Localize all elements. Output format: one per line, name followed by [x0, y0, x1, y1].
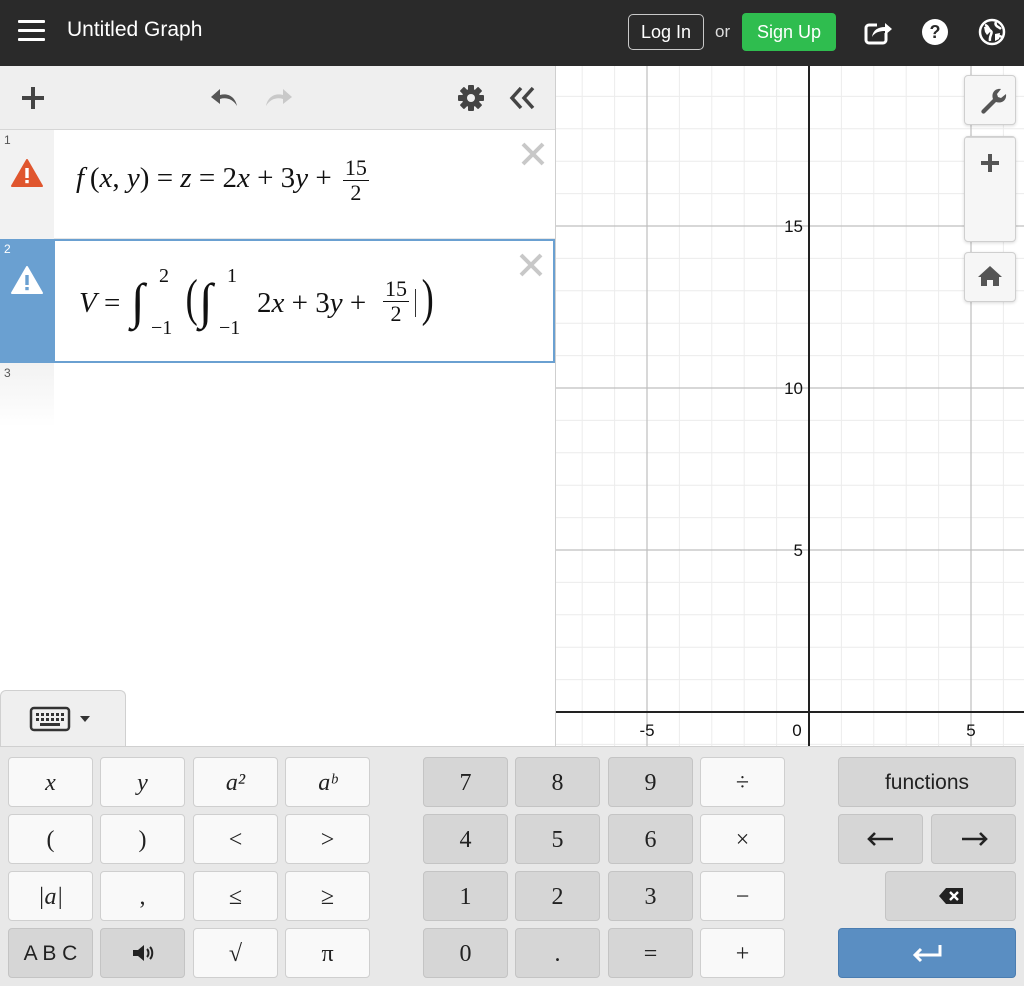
key-abc[interactable]: A B C — [8, 928, 93, 978]
redo-icon[interactable] — [262, 82, 294, 114]
expression-input[interactable]: V = ∫ 2 −1 ( ∫ 1 −1 2x + 3y + 15 2 ) — [53, 239, 555, 363]
expression-row-empty[interactable]: 3 — [0, 363, 555, 427]
graph-paper[interactable]: -5 0 5 15 10 5 — [555, 66, 1024, 746]
top-bar: Untitled Graph Log In or Sign Up ? — [0, 0, 1024, 66]
enter-icon — [912, 945, 942, 963]
warning-icon[interactable] — [10, 265, 44, 295]
globe-icon[interactable] — [977, 17, 1007, 47]
or-label: or — [715, 22, 731, 41]
math-keyboard: x y a² aᵇ () < > |a|, ≤ ≥ A B C √ π 7 8 9 ÷ 4 5 6 × 1 2 3− 0. = + f… — [0, 746, 1024, 986]
expression-gutter: 2 — [0, 239, 54, 363]
key-decimal[interactable]: . — [515, 928, 600, 978]
expression-toolbar — [0, 66, 555, 130]
key-greater-equal[interactable]: ≥ — [285, 871, 370, 921]
expression-row[interactable]: 1 f (x, y) = z = 2x + 3y + 15 2 — [0, 130, 555, 239]
y-axis-tick-label: 5 — [794, 541, 803, 560]
key-y[interactable]: y — [100, 757, 185, 807]
key-absolute-value[interactable]: |a| — [8, 871, 93, 921]
x-axis-tick-label: -5 — [639, 721, 654, 740]
key-5[interactable]: 5 — [515, 814, 600, 864]
graph-grid[interactable]: -5 0 5 15 10 5 — [556, 66, 1024, 746]
key-comma[interactable]: , — [100, 871, 185, 921]
expression-gutter: 3 — [0, 363, 54, 427]
menu-icon[interactable] — [18, 20, 45, 44]
signup-button[interactable]: Sign Up — [742, 13, 836, 51]
key-a-power[interactable]: aᵇ — [285, 757, 370, 807]
login-button[interactable]: Log In — [628, 14, 704, 50]
key-2[interactable]: 2 — [515, 871, 600, 921]
enter-button[interactable] — [838, 928, 1016, 978]
keyboard-toggle-tab[interactable] — [0, 690, 126, 750]
key-audio[interactable] — [100, 928, 185, 978]
key-4[interactable]: 4 — [423, 814, 508, 864]
zoom-controls — [964, 136, 1016, 242]
expression-input[interactable]: f (x, y) = z = 2x + 3y + 15 2 — [54, 130, 555, 239]
add-expression-icon[interactable] — [17, 82, 49, 114]
cursor-left-button[interactable] — [838, 814, 923, 864]
speaker-icon — [132, 945, 153, 961]
key-pi[interactable]: π — [285, 928, 370, 978]
home-icon — [978, 266, 1002, 286]
undo-icon[interactable] — [209, 82, 241, 114]
graph-title[interactable]: Untitled Graph — [67, 18, 202, 42]
key-sqrt[interactable]: √ — [193, 928, 278, 978]
key-a-squared[interactable]: a² — [193, 757, 278, 807]
delete-expression-icon[interactable] — [519, 140, 547, 168]
key-9[interactable]: 9 — [608, 757, 693, 807]
expression-number: 1 — [4, 133, 11, 147]
integral-lower-limit: −1 — [219, 317, 241, 339]
collapse-panel-icon[interactable] — [506, 82, 538, 114]
key-multiply[interactable]: × — [700, 814, 785, 864]
integral-lower-limit: −1 — [151, 317, 173, 339]
expression-number: 3 — [4, 366, 11, 380]
key-greater-than[interactable]: > — [285, 814, 370, 864]
arrow-left-icon — [866, 832, 893, 846]
cursor-right-button[interactable] — [931, 814, 1016, 864]
key-x[interactable]: x — [8, 757, 93, 807]
backspace-button[interactable] — [885, 871, 1016, 921]
share-icon[interactable] — [863, 17, 893, 47]
expression-panel: 1 f (x, y) = z = 2x + 3y + 15 2 2 V = ∫ … — [0, 66, 555, 746]
key-0[interactable]: 0 — [423, 928, 508, 978]
expression-number: 2 — [4, 242, 11, 256]
y-axis-tick-label: 15 — [784, 217, 803, 236]
expression-math: f (x, y) = z = 2x + 3y + 15 2 — [76, 155, 369, 205]
key-6[interactable]: 6 — [608, 814, 693, 864]
expression-gutter: 1 — [0, 130, 54, 239]
key-left-paren[interactable]: ( — [8, 814, 93, 864]
key-less-than[interactable]: < — [193, 814, 278, 864]
delete-expression-icon[interactable] — [517, 251, 545, 279]
x-axis-tick-label: 5 — [966, 721, 975, 740]
integral-upper-limit: 1 — [227, 265, 237, 287]
settings-gear-icon[interactable] — [455, 82, 487, 114]
wrench-icon — [981, 88, 1007, 114]
key-1[interactable]: 1 — [423, 871, 508, 921]
help-icon[interactable]: ? — [920, 17, 950, 47]
zoom-out-icon[interactable] — [965, 137, 1015, 189]
key-7[interactable]: 7 — [423, 757, 508, 807]
chevron-down-icon — [80, 716, 90, 722]
backspace-icon — [938, 888, 963, 904]
key-less-equal[interactable]: ≤ — [193, 871, 278, 921]
integral-upper-limit: 2 — [159, 265, 169, 287]
key-divide[interactable]: ÷ — [700, 757, 785, 807]
warning-icon[interactable] — [10, 158, 44, 188]
svg-text:?: ? — [930, 22, 941, 42]
keyboard-icon — [29, 706, 90, 732]
expression-row-active[interactable]: 2 V = ∫ 2 −1 ( ∫ 1 −1 2x + 3y + 15 2) — [0, 239, 555, 363]
x-axis-tick-label: 0 — [792, 721, 801, 740]
expression-math: V = ∫ 2 −1 ( ∫ 1 −1 2x + 3y + 15 2 ) — [79, 265, 434, 339]
key-right-paren[interactable]: ) — [100, 814, 185, 864]
key-3[interactable]: 3 — [608, 871, 693, 921]
arrow-right-icon — [961, 832, 988, 846]
key-8[interactable]: 8 — [515, 757, 600, 807]
graph-settings-button[interactable] — [964, 75, 1016, 125]
functions-menu-button[interactable]: functions — [838, 757, 1016, 807]
key-equals[interactable]: = — [608, 928, 693, 978]
key-plus[interactable]: + — [700, 928, 785, 978]
y-axis-tick-label: 10 — [784, 379, 803, 398]
default-viewport-button[interactable] — [964, 252, 1016, 302]
expression-input[interactable] — [54, 363, 555, 427]
key-minus[interactable]: − — [700, 871, 785, 921]
